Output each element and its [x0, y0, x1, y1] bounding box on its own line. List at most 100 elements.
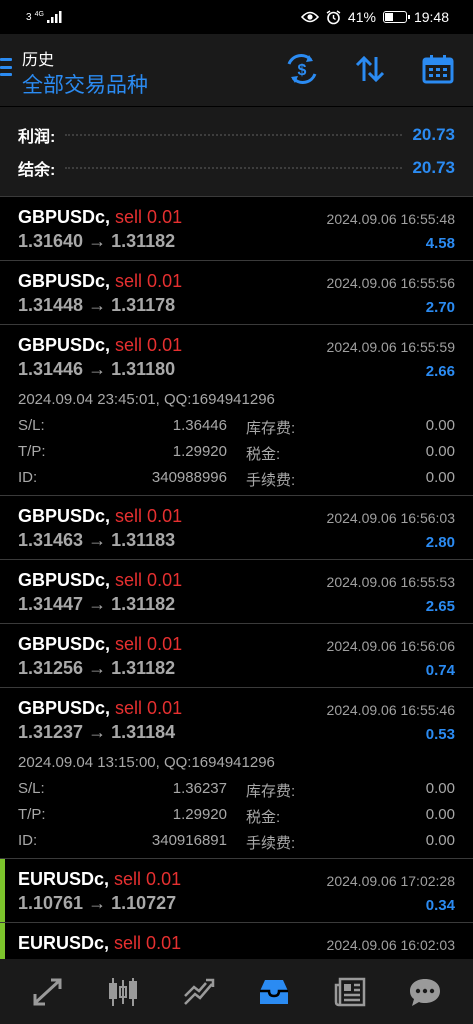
deals-list[interactable]: GBPUSDc, sell 0.01 2024.09.06 16:55:48 1… — [0, 196, 473, 959]
deal-profit: 2.80 — [425, 534, 455, 551]
battery-icon — [382, 11, 410, 23]
app-header: 历史 全部交易品种 $ — [0, 34, 473, 106]
id-label: ID: — [18, 469, 38, 486]
clock: 19:48 — [413, 9, 449, 25]
deal-row[interactable]: EURUSDc, sell 0.01 2024.09.06 17:02:28 1… — [0, 858, 473, 922]
svg-text:$: $ — [298, 62, 307, 79]
net-type-label: 4G — [34, 10, 44, 18]
sl-label: S/L: — [18, 780, 45, 797]
deal-side: sell 0.01 — [115, 271, 183, 291]
symbol-color-marker — [0, 923, 5, 959]
deal-prices: 1.31448 → 1.31178 — [18, 295, 176, 315]
deal-row[interactable]: EURUSDc, sell 0.01 2024.09.06 16:02:03 — [0, 922, 473, 959]
tp-value: 1.29920 — [172, 806, 227, 823]
deal-symbol: GBPUSDc, — [18, 570, 111, 590]
deal-symbol: GBPUSDc, — [18, 335, 111, 355]
tax-value: 0.00 — [425, 806, 455, 823]
balance-label: 结余: — [18, 162, 56, 179]
deal-open-info: 2024.09.04 23:45:01, QQ:1694941296 — [18, 391, 275, 408]
deal-row-expanded[interactable]: GBPUSDc, sell 0.01 2024.09.06 16:55:59 1… — [0, 324, 473, 495]
deal-symbol: GBPUSDc, — [18, 698, 111, 718]
deal-row[interactable]: GBPUSDc, sell 0.01 2024.09.06 16:55:48 1… — [0, 196, 473, 260]
chart-icon[interactable] — [98, 967, 148, 1017]
signal-icon — [46, 11, 62, 23]
battery-percent: 41% — [347, 9, 376, 25]
alarm-icon — [326, 9, 341, 24]
deal-side: sell 0.01 — [115, 207, 183, 227]
deal-side: sell 0.01 — [115, 634, 183, 654]
page-title: 历史 — [22, 52, 55, 69]
dot-leader — [65, 167, 403, 169]
sl-label: S/L: — [18, 417, 45, 434]
bottom-nav — [0, 959, 473, 1024]
tax-label: 税金: — [246, 446, 281, 463]
quotes-icon[interactable] — [23, 967, 73, 1017]
profit-label: 利润: — [18, 129, 56, 146]
deal-time: 2024.09.06 16:56:03 — [326, 510, 455, 526]
currency-swap-icon[interactable]: $ — [284, 51, 320, 87]
profit-value: 20.73 — [412, 125, 455, 144]
swap-label: 库存费: — [246, 783, 296, 800]
history-icon[interactable] — [249, 967, 299, 1017]
profit-row: 利润: 20.73 — [18, 120, 455, 150]
id-value: 340916891 — [151, 832, 227, 849]
deal-prices: 1.31446 → 1.31180 — [18, 359, 176, 379]
balance-value: 20.73 — [412, 158, 455, 177]
deal-time: 2024.09.06 16:02:03 — [326, 937, 455, 953]
detail-row-sl: S/L: 1.36237 库存费: 0.00 — [18, 780, 455, 806]
deal-row[interactable]: GBPUSDc, sell 0.01 2024.09.06 16:55:56 1… — [0, 260, 473, 324]
network-label: 3 — [26, 11, 32, 23]
tax-value: 0.00 — [425, 443, 455, 460]
deal-profit: 0.74 — [425, 662, 455, 679]
swap-value: 0.00 — [425, 780, 455, 797]
fee-label: 手续费: — [246, 472, 296, 489]
fee-value: 0.00 — [425, 832, 455, 849]
status-right: 41% 19:48 — [300, 9, 449, 25]
deal-time: 2024.09.06 16:55:53 — [326, 574, 455, 590]
deal-prices: 1.10761 → 1.10727 — [18, 893, 177, 913]
balance-row: 结余: 20.73 — [18, 153, 455, 183]
deal-symbol: GBPUSDc, — [18, 207, 111, 227]
deal-symbol: EURUSDc, — [18, 933, 110, 953]
deal-row[interactable]: GBPUSDc, sell 0.01 2024.09.06 16:56:03 1… — [0, 495, 473, 559]
deal-symbol: EURUSDc, — [18, 869, 110, 889]
dot-leader — [65, 134, 403, 136]
trade-icon[interactable] — [174, 967, 224, 1017]
tp-label: T/P: — [18, 443, 46, 460]
detail-row-id: ID: 340916891 手续费: 0.00 — [18, 832, 455, 858]
detail-row-id: ID: 340988996 手续费: 0.00 — [18, 469, 455, 495]
news-icon[interactable] — [325, 967, 375, 1017]
menu-icon[interactable] — [0, 58, 12, 76]
id-value: 340988996 — [151, 469, 227, 486]
deal-side: sell 0.01 — [114, 933, 182, 953]
detail-row-sl: S/L: 1.36446 库存费: 0.00 — [18, 417, 455, 443]
tp-value: 1.29920 — [172, 443, 227, 460]
symbol-color-marker — [0, 859, 5, 922]
deal-time: 2024.09.06 16:55:46 — [326, 702, 455, 718]
eye-icon — [300, 11, 319, 23]
deal-profit: 2.66 — [425, 363, 455, 380]
chat-icon[interactable] — [400, 967, 450, 1017]
deal-row[interactable]: GBPUSDc, sell 0.01 2024.09.06 16:55:53 1… — [0, 559, 473, 623]
deal-time: 2024.09.06 16:55:59 — [326, 339, 455, 355]
deal-time: 2024.09.06 17:02:28 — [326, 873, 455, 889]
deal-profit: 0.53 — [425, 726, 455, 743]
deal-side: sell 0.01 — [115, 506, 183, 526]
sort-icon[interactable] — [352, 51, 388, 87]
deal-symbol: GBPUSDc, — [18, 634, 111, 654]
fee-label: 手续费: — [246, 835, 296, 852]
id-label: ID: — [18, 832, 38, 849]
deal-row[interactable]: GBPUSDc, sell 0.01 2024.09.06 16:56:06 1… — [0, 623, 473, 687]
status-bar: 3 4G 41% 19:48 — [0, 0, 473, 34]
sl-value: 1.36237 — [172, 780, 227, 797]
deal-time: 2024.09.06 16:55:56 — [326, 275, 455, 291]
tax-label: 税金: — [246, 809, 281, 826]
signal-group: 3 4G — [26, 11, 63, 23]
symbol-filter[interactable]: 全部交易品种 — [22, 69, 148, 99]
deal-row-expanded[interactable]: GBPUSDc, sell 0.01 2024.09.06 16:55:46 1… — [0, 687, 473, 858]
calendar-icon[interactable] — [420, 51, 456, 87]
deal-profit: 2.70 — [425, 299, 455, 316]
deal-open-info: 2024.09.04 13:15:00, QQ:1694941296 — [18, 754, 275, 771]
deal-prices: 1.31256 → 1.31182 — [18, 658, 176, 678]
deal-side: sell 0.01 — [114, 869, 182, 889]
